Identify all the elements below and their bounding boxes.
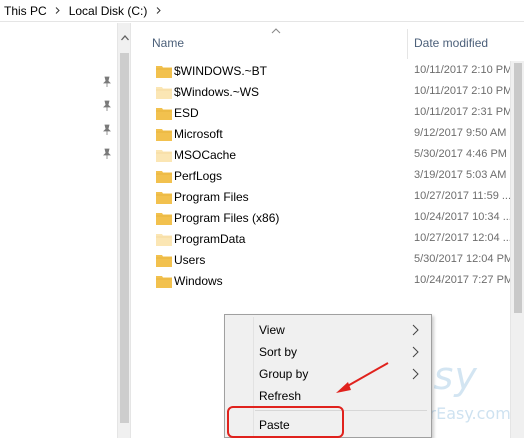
annotation-arrow-icon [336,362,389,393]
chevron-right-icon[interactable] [151,0,165,22]
file-name: Program Files [174,190,249,204]
menu-item-label: View [259,323,285,337]
scrollbar-thumb[interactable] [514,63,522,313]
paste-highlight-box [227,406,344,438]
folder-icon [156,149,172,162]
file-date: 10/24/2017 7:27 PM [414,274,514,286]
folder-icon [156,65,172,78]
submenu-arrow-icon [412,368,419,380]
list-item[interactable]: Windows 10/24/2017 7:27 PM [131,271,524,292]
folder-icon [156,128,172,141]
file-date: 10/27/2017 11:59 ... [414,190,512,202]
folder-icon [156,254,172,267]
file-date: 5/30/2017 12:04 PM [414,253,514,265]
pin-icon[interactable] [101,148,113,160]
file-name: ProgramData [174,232,246,246]
file-date: 9/12/2017 9:50 AM [414,127,507,139]
submenu-arrow-icon [412,346,419,358]
list-item[interactable]: Microsoft 9/12/2017 9:50 AM [131,124,524,145]
menu-item-refresh[interactable]: Refresh [225,385,431,407]
menu-item-label: Group by [259,367,309,381]
column-header-name[interactable]: Name [152,36,184,50]
file-date: 10/11/2017 2:10 PM [414,64,513,76]
file-date: 3/19/2017 5:03 AM [414,169,507,181]
breadcrumb-item-this-pc[interactable]: This PC [0,0,51,22]
sort-ascending-icon [271,28,281,34]
submenu-arrow-icon [412,324,419,336]
file-date: 10/11/2017 2:31 PM [414,106,513,118]
file-name: PerfLogs [174,169,223,183]
folder-icon [156,107,172,120]
file-name: ESD [174,106,199,120]
list-item[interactable]: MSOCache 5/30/2017 4:46 PM [131,145,524,166]
column-divider[interactable] [407,29,408,59]
file-name: Program Files (x86) [174,211,280,225]
file-name: $WINDOWS.~BT [174,64,268,78]
menu-item-label: Sort by [259,345,298,359]
navigation-pane [0,23,117,438]
folder-icon [156,275,172,288]
column-header-date-modified[interactable]: Date modified [414,36,488,50]
list-item[interactable]: ESD 10/11/2017 2:31 PM [131,103,524,124]
pin-icon[interactable] [101,76,113,88]
list-item[interactable]: $Windows.~WS 10/11/2017 2:10 PM [131,82,524,103]
list-item[interactable]: Users 5/30/2017 12:04 PM [131,250,524,271]
list-item[interactable]: PerfLogs 3/19/2017 5:03 AM [131,166,524,187]
menu-item-group-by[interactable]: Group by [225,363,431,385]
navigation-pane-scrollbar[interactable] [117,23,131,438]
file-name: Users [174,253,206,267]
file-list-scrollbar[interactable] [510,61,524,438]
folder-icon [156,170,172,183]
folder-icon [156,191,172,204]
folder-icon [156,86,172,99]
file-date: 5/30/2017 4:46 PM [414,148,507,160]
menu-item-view[interactable]: View [225,319,431,341]
list-item[interactable]: $WINDOWS.~BT 10/11/2017 2:10 PM [131,61,524,82]
file-name: MSOCache [174,148,237,162]
list-item[interactable]: Program Files (x86) 10/24/2017 10:34 ... [131,208,524,229]
file-name: Microsoft [174,127,223,141]
pin-icon[interactable] [101,124,113,136]
menu-item-label: Refresh [259,389,302,403]
breadcrumb: This PC Local Disk (C:) [0,0,524,22]
file-date: 10/27/2017 12:04 ... [414,232,512,244]
scroll-up-icon[interactable] [118,31,131,45]
pin-icon[interactable] [101,100,113,112]
scrollbar-thumb[interactable] [120,53,129,423]
breadcrumb-item-local-disk[interactable]: Local Disk (C:) [65,0,152,22]
list-item[interactable]: Program Files 10/27/2017 11:59 ... [131,187,524,208]
file-date: 10/24/2017 10:34 ... [414,211,512,223]
chevron-right-icon[interactable] [51,0,65,22]
file-date: 10/11/2017 2:10 PM [414,85,513,97]
file-name: Windows [174,274,223,288]
folder-icon [156,212,172,225]
folder-icon [156,233,172,246]
file-name: $Windows.~WS [174,85,260,99]
menu-item-sort-by[interactable]: Sort by [225,341,431,363]
list-item[interactable]: ProgramData 10/27/2017 12:04 ... [131,229,524,250]
